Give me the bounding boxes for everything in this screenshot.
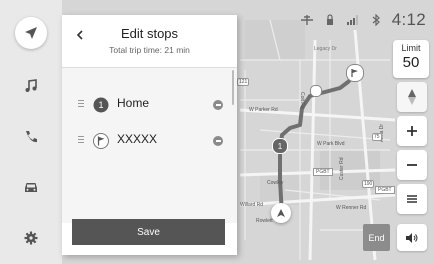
street-label: Rowlett bbox=[256, 218, 273, 224]
status-bar: 4:12 bbox=[300, 10, 426, 30]
street-label: Custer Rd bbox=[339, 157, 345, 180]
stop-label: XXXXX bbox=[117, 132, 158, 146]
traffic-icon bbox=[300, 15, 313, 25]
phone-icon bbox=[26, 131, 37, 143]
edit-stops-panel: Edit stops Total trip time: 21 min 1 Hom… bbox=[62, 15, 237, 255]
flag-icon[interactable] bbox=[346, 64, 364, 82]
end-route-button[interactable]: End bbox=[363, 224, 390, 251]
highway-shield: PGBT bbox=[313, 168, 333, 176]
settings-button[interactable] bbox=[15, 222, 47, 254]
navigation-arrow-icon bbox=[25, 27, 37, 39]
stop-row[interactable]: 1 Home bbox=[62, 88, 237, 122]
drag-handle-icon[interactable] bbox=[78, 100, 84, 108]
plus-icon bbox=[407, 126, 417, 136]
highway-shield: 121 bbox=[237, 78, 250, 86]
stops-list: 1 Home XXXXX bbox=[62, 68, 237, 223]
compass-icon bbox=[408, 89, 416, 105]
signal-strength-icon bbox=[346, 15, 358, 25]
street-label: W Park Blvd bbox=[317, 141, 345, 147]
left-rail bbox=[0, 0, 62, 264]
volume-button[interactable] bbox=[397, 224, 427, 251]
vehicle-button[interactable] bbox=[15, 171, 47, 203]
map-controls bbox=[397, 82, 427, 218]
waypoint-icon[interactable] bbox=[310, 85, 322, 97]
stop-number-1-icon: 1 bbox=[93, 97, 109, 113]
scrollbar[interactable] bbox=[232, 70, 234, 105]
gear-icon bbox=[24, 231, 38, 245]
music-button[interactable] bbox=[15, 70, 47, 102]
music-note-icon bbox=[25, 79, 37, 92]
street-label: Cowley bbox=[267, 180, 284, 186]
speed-limit-sign: Limit 50 bbox=[393, 40, 429, 78]
compass-button[interactable] bbox=[397, 82, 427, 112]
speed-limit-value: 50 bbox=[402, 54, 420, 71]
menu-button[interactable] bbox=[397, 184, 427, 214]
speed-limit-label: Limit bbox=[401, 43, 421, 53]
clock-time: 4:12 bbox=[391, 10, 426, 29]
street-label: Coit Rd bbox=[299, 92, 305, 109]
highway-shield: PGBT bbox=[375, 186, 395, 194]
flag-icon bbox=[93, 133, 109, 149]
menu-icon bbox=[407, 195, 417, 203]
drag-handle-icon[interactable] bbox=[78, 136, 84, 144]
navigation-screen: Legacy Dr W Parker Rd W Park Blvd Cowley… bbox=[0, 0, 434, 264]
speaker-icon bbox=[406, 232, 418, 243]
save-button[interactable]: Save bbox=[72, 219, 225, 245]
stop-marker-icon[interactable]: 1 bbox=[272, 138, 288, 154]
stop-label: Home bbox=[117, 96, 150, 110]
street-label: Willard Rd bbox=[240, 202, 264, 208]
minus-icon bbox=[407, 164, 417, 166]
remove-stop-button[interactable] bbox=[213, 100, 223, 110]
highway-shield: 75 bbox=[372, 133, 382, 141]
street-label: W Renner Rd bbox=[336, 205, 367, 211]
zoom-in-button[interactable] bbox=[397, 116, 427, 146]
svg-text:1: 1 bbox=[98, 100, 103, 110]
panel-title: Edit stops bbox=[120, 26, 179, 41]
navigation-button[interactable] bbox=[15, 17, 47, 49]
remove-stop-button[interactable] bbox=[213, 136, 223, 146]
car-icon bbox=[25, 183, 37, 192]
bluetooth-icon bbox=[372, 14, 380, 26]
phone-button[interactable] bbox=[15, 121, 47, 153]
street-label: W Parker Rd bbox=[249, 107, 278, 113]
lock-icon bbox=[326, 14, 333, 25]
zoom-out-button[interactable] bbox=[397, 150, 427, 180]
trip-time: Total trip time: 21 min bbox=[109, 45, 190, 55]
street-label: Legacy Dr bbox=[314, 46, 337, 52]
stop-row[interactable]: XXXXX bbox=[62, 124, 237, 158]
current-position-icon bbox=[271, 203, 291, 223]
highway-shield: 190 bbox=[362, 180, 375, 188]
